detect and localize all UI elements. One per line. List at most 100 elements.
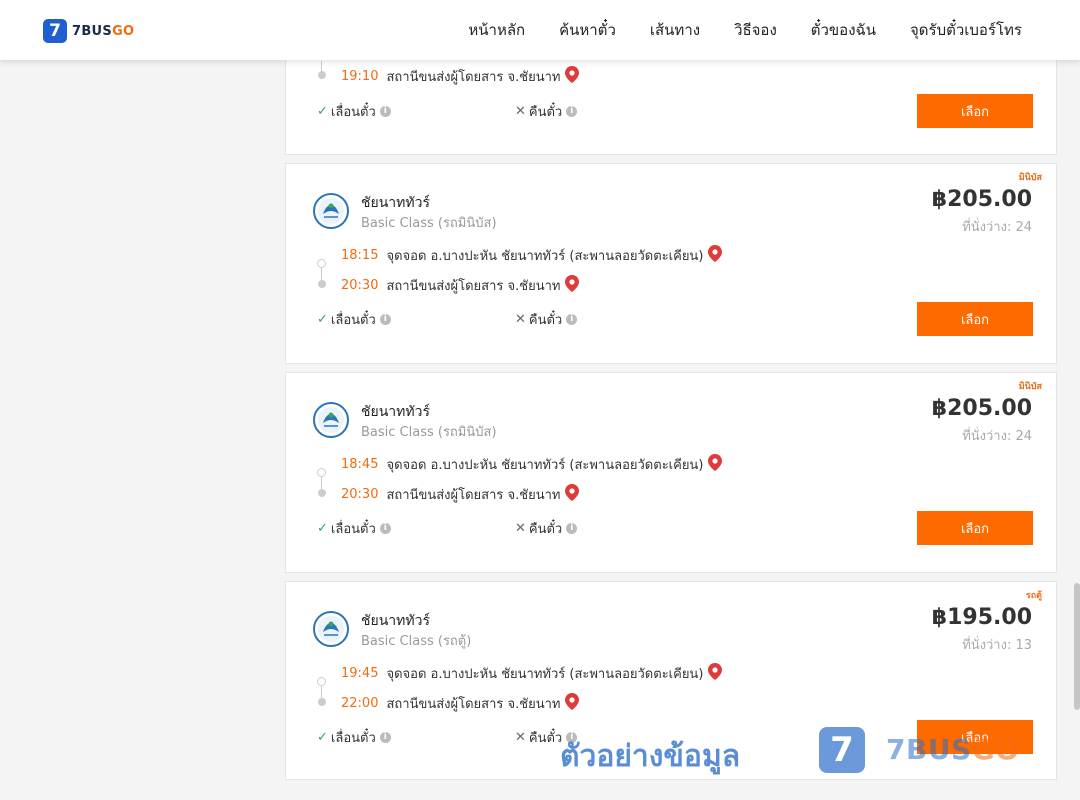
depart-time: 18:15 [341,248,379,263]
nav-search-ticket[interactable]: ค้นหาตั๋ว [559,18,616,42]
check-icon: ✓ [317,312,328,327]
depart-stop: 18:15 จุดจอด อ.บางปะหัน ชัยนาททัวร์ (สะพ… [341,245,723,266]
trip-card: มินิบัส ชัยนาททัวร์ Basic Class (รถมินิบ… [285,163,1057,364]
logo-text: 7BUSGO [72,24,134,39]
arrive-stop-name: สถานีขนส่งผู้โดยสาร จ.ชัยนาท [386,697,561,712]
map-pin-icon[interactable] [708,663,723,684]
info-icon[interactable]: i [379,106,391,117]
refund-ticket-label: คืนตั๋ว [528,731,563,746]
nav-routes[interactable]: เส้นทาง [650,18,700,42]
main-nav: หน้าหลัก ค้นหาตั๋ว เส้นทาง วิธีจอง ตั๋วข… [468,0,1022,60]
depart-stop: 19:45 จุดจอด อ.บางปะหัน ชัยนาททัวร์ (สะพ… [341,663,723,684]
timeline-dot-arrive [318,489,326,497]
ticket-price: ฿205.00 [931,187,1032,212]
operator-name: ชัยนาททัวร์ [361,613,430,629]
timeline-dot-arrive [318,280,326,288]
map-pin-icon[interactable] [708,454,723,475]
change-ticket-label: เลื่อนตั๋ว [330,313,376,328]
timeline-dot-arrive [318,698,326,706]
arrive-stop-name: สถานีขนส่งผู้โดยสาร จ.ชัยนาท [386,279,561,294]
refund-ticket-option: ✕ คืนตั๋ว i [515,518,578,539]
bus-class: Basic Class (รถมินิบัส) [361,425,497,440]
trip-card: มินิบัส ชัยนาททัวร์ Basic Class (รถมินิบ… [285,372,1057,573]
check-icon: ✓ [317,730,328,745]
bus-class: Basic Class (รถตู้) [361,634,472,649]
operator-logo [313,193,349,229]
check-icon: ✓ [317,521,328,536]
top-header: 7 7BUSGO หน้าหลัก ค้นหาตั๋ว เส้นทาง วิธี… [0,0,1080,60]
info-icon[interactable]: i [379,523,391,534]
vehicle-type-tag: มินิบัส [1018,382,1042,392]
timeline-dot-depart [317,468,326,477]
arrive-stop: 20:30 สถานีขนส่งผู้โดยสาร จ.ชัยนาท [341,484,580,505]
vehicle-type-tag: รถตู้ [1025,591,1042,601]
map-pin-icon[interactable] [565,275,580,296]
change-ticket-option: ✓ เลื่อนตั๋ว i [317,101,391,122]
seats-available: ที่นั่งว่าง: 24 [962,220,1032,235]
change-ticket-option: ✓ เลื่อนตั๋ว i [317,727,391,748]
arrive-time: 20:30 [341,278,379,293]
refund-ticket-label: คืนตั๋ว [528,105,563,120]
info-icon[interactable]: i [379,314,391,325]
info-icon[interactable]: i [566,523,578,534]
vehicle-type-tag: มินิบัส [1018,173,1042,183]
nav-home[interactable]: หน้าหลัก [468,18,525,42]
depart-stop-name: จุดจอด อ.บางปะหัน ชัยนาททัวร์ (สะพานลอยว… [386,249,704,264]
watermark-brand: 7BUSGO [886,733,1020,766]
change-ticket-option: ✓ เลื่อนตั๋ว i [317,518,391,539]
info-icon[interactable]: i [379,732,391,743]
map-pin-icon[interactable] [565,484,580,505]
logo-mark: 7 [43,19,67,43]
depart-time: 19:45 [341,666,379,681]
sample-data-watermark: ตัวอย่างข้อมูล [560,739,741,774]
nav-how-to-book[interactable]: วิธีจอง [734,18,777,42]
arrive-stop-name: สถานีขนส่งผู้โดยสาร จ.ชัยนาท [386,70,561,85]
refund-ticket-option: ✕ คืนตั๋ว i [515,101,578,122]
arrive-time: 20:30 [341,487,379,502]
select-button[interactable]: เลือก [917,511,1033,545]
depart-stop-name: จุดจอด อ.บางปะหัน ชัยนาททัวร์ (สะพานลอยว… [386,458,704,473]
info-icon[interactable]: i [566,314,578,325]
nav-my-tickets[interactable]: ตั๋วของฉัน [811,18,876,42]
arrive-time: 22:00 [341,696,379,711]
depart-time: 18:45 [341,457,379,472]
depart-stop: 18:45 จุดจอด อ.บางปะหัน ชัยนาททัวร์ (สะพ… [341,454,723,475]
arrive-stop: 19:10 สถานีขนส่งผู้โดยสาร จ.ชัยนาท [341,66,580,87]
refund-ticket-option: ✕ คืนตั๋ว i [515,309,578,330]
select-button[interactable]: เลือก [917,94,1033,128]
select-button[interactable]: เลือก [917,302,1033,336]
seats-available: ที่นั่งว่าง: 13 [962,638,1032,653]
cross-icon: ✕ [515,312,526,327]
site-logo[interactable]: 7 7BUSGO [43,19,134,43]
timeline-dot-depart [317,677,326,686]
watermark-logo-icon: 7 [819,727,865,773]
ticket-price: ฿205.00 [931,396,1032,421]
timeline-dot-arrive [318,71,326,79]
page-scrollbar[interactable] [1074,583,1080,710]
map-pin-icon[interactable] [565,693,580,714]
map-pin-icon[interactable] [708,245,723,266]
refund-ticket-label: คืนตั๋ว [528,313,563,328]
watermark-brand-accent: GO [971,733,1020,766]
cross-icon: ✕ [515,104,526,119]
map-pin-icon[interactable] [565,66,580,87]
info-icon[interactable]: i [566,106,578,117]
seats-available: ที่นั่งว่าง: 24 [962,429,1032,444]
change-ticket-label: เลื่อนตั๋ว [330,105,376,120]
ticket-price: ฿195.00 [931,605,1032,630]
logo-text-accent: GO [112,23,135,39]
arrive-stop: 20:30 สถานีขนส่งผู้โดยสาร จ.ชัยนาท [341,275,580,296]
operator-logo [313,611,349,647]
refund-ticket-label: คืนตั๋ว [528,522,563,537]
change-ticket-label: เลื่อนตั๋ว [330,522,376,537]
nav-pickup-points[interactable]: จุดรับตั๋วเบอร์โทร [910,18,1022,42]
change-ticket-option: ✓ เลื่อนตั๋ว i [317,309,391,330]
arrive-stop: 22:00 สถานีขนส่งผู้โดยสาร จ.ชัยนาท [341,693,580,714]
operator-name: ชัยนาททัวร์ [361,404,430,420]
operator-name: ชัยนาททัวร์ [361,195,430,211]
logo-text-main: 7BUS [72,23,113,39]
bus-class: Basic Class (รถมินิบัส) [361,216,497,231]
arrive-stop-name: สถานีขนส่งผู้โดยสาร จ.ชัยนาท [386,488,561,503]
depart-stop-name: จุดจอด อ.บางปะหัน ชัยนาททัวร์ (สะพานลอยว… [386,667,704,682]
check-icon: ✓ [317,104,328,119]
